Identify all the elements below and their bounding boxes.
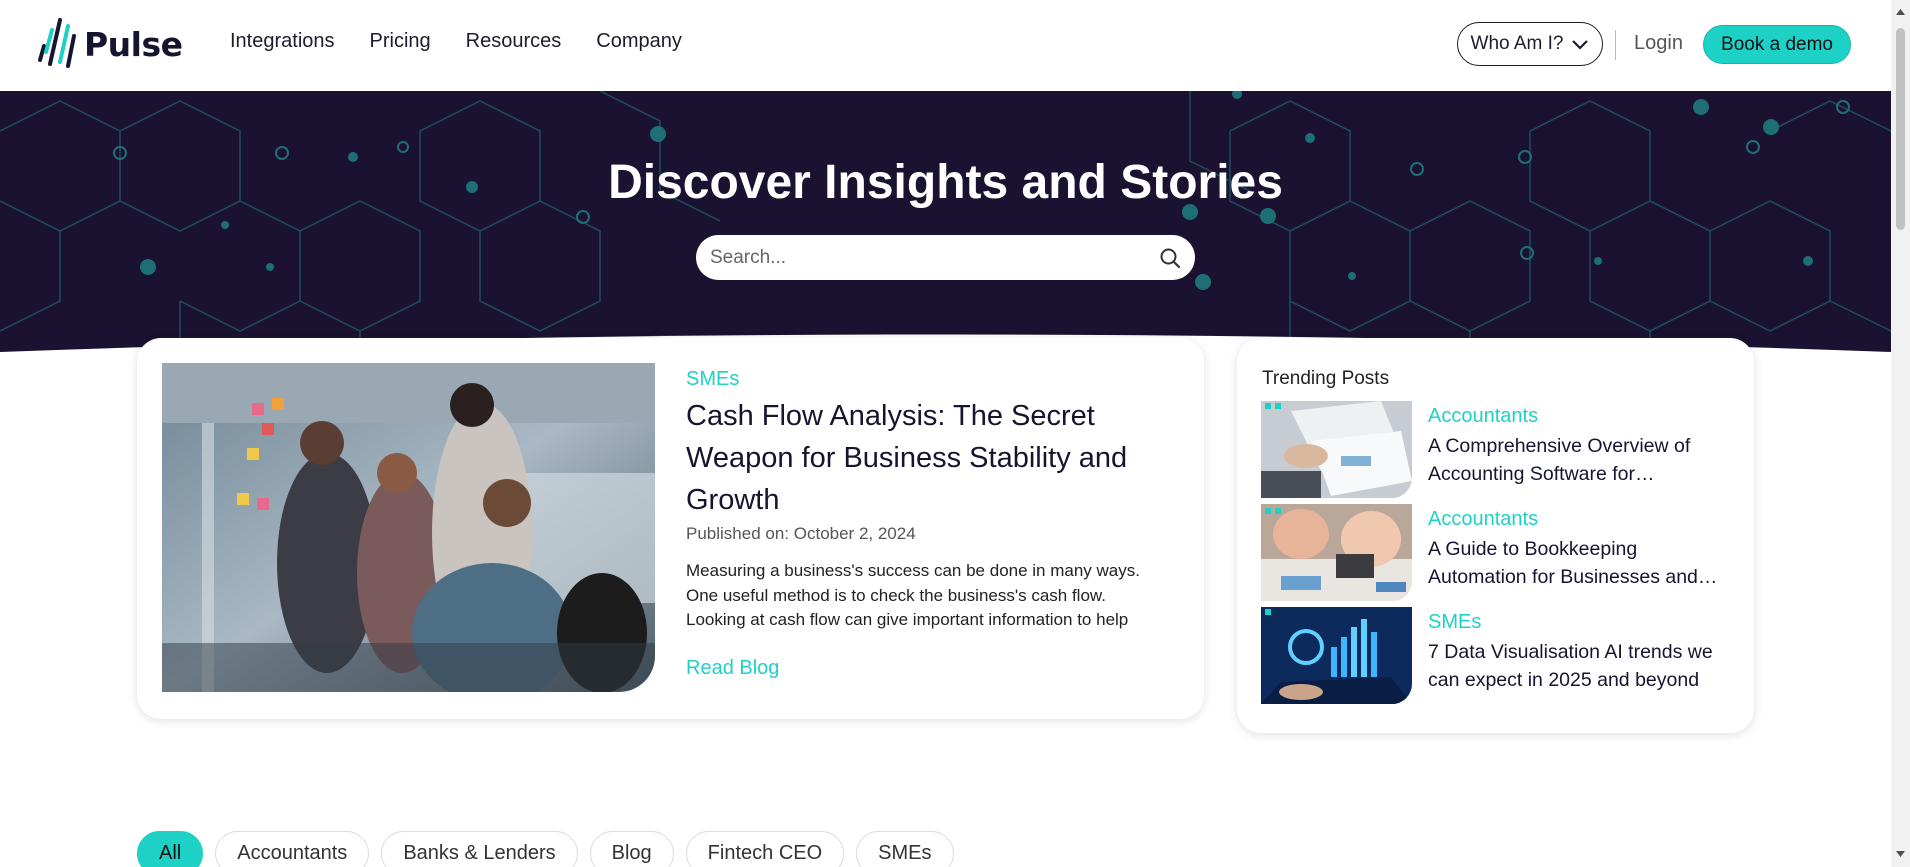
filter-accountants[interactable]: Accountants	[215, 831, 370, 867]
featured-post-excerpt: Measuring a business's success can be do…	[686, 561, 1140, 629]
filter-all[interactable]: All	[137, 831, 204, 867]
nav-company[interactable]: Company	[596, 30, 682, 53]
trending-thumbnail[interactable]	[1261, 401, 1412, 498]
book-demo-button[interactable]: Book a demo	[1703, 25, 1851, 64]
category-filters: All Accountants Banks & Lenders Blog Fin…	[137, 831, 954, 867]
trending-item[interactable]: Accountants A Comprehensive Overview of …	[1261, 401, 1741, 498]
filter-smes[interactable]: SMEs	[856, 831, 954, 867]
pulse-logo[interactable]: Pulse	[38, 16, 183, 72]
accounting-documents-photo	[1261, 401, 1412, 498]
trending-item-title[interactable]: A Comprehensive Overview of Accounting S…	[1428, 432, 1728, 488]
brand-name: Pulse	[84, 24, 183, 64]
nav-integrations[interactable]: Integrations	[230, 30, 335, 53]
filter-banks-lenders[interactable]: Banks & Lenders	[381, 831, 578, 867]
featured-post-category[interactable]: SMEs	[686, 368, 739, 391]
trending-thumbnail[interactable]	[1261, 504, 1412, 601]
login-link[interactable]: Login	[1634, 32, 1683, 55]
trending-item[interactable]: Accountants A Guide to Bookkeeping Autom…	[1261, 504, 1741, 601]
trending-item-category[interactable]: Accountants	[1428, 508, 1538, 531]
scroll-thumb[interactable]	[1896, 28, 1905, 230]
data-visualisation-photo	[1261, 607, 1412, 704]
filter-fintech-ceo[interactable]: Fintech CEO	[685, 831, 845, 867]
trending-item-title[interactable]: 7 Data Visualisation AI trends we can ex…	[1428, 638, 1728, 694]
site-header: Pulse Integrations Pricing Resources Com…	[0, 0, 1891, 91]
chevron-down-icon	[1572, 40, 1589, 50]
trending-posts-panel: Trending Posts Accountants A Comprehensi…	[1237, 338, 1754, 733]
featured-post-date: Published on: October 2, 2024	[686, 524, 916, 543]
search-input[interactable]	[710, 246, 1159, 269]
trending-item-category[interactable]: SMEs	[1428, 611, 1481, 634]
trending-item[interactable]: SMEs 7 Data Visualisation AI trends we c…	[1261, 607, 1741, 704]
nav-resources[interactable]: Resources	[466, 30, 562, 53]
scroll-up-arrow-icon[interactable]	[1895, 8, 1906, 16]
pulse-logo-icon	[38, 18, 76, 68]
page-scrollbar[interactable]	[1891, 0, 1910, 867]
featured-post-card[interactable]: SMEs Cash Flow Analysis: The Secret Weap…	[137, 338, 1204, 719]
who-am-i-dropdown[interactable]: Who Am I?	[1457, 22, 1603, 66]
scroll-down-arrow-icon[interactable]	[1895, 850, 1906, 858]
read-blog-link[interactable]: Read Blog	[686, 657, 779, 680]
hero-title: Discover Insights and Stories	[608, 156, 1283, 209]
who-am-i-label: Who Am I?	[1470, 33, 1564, 54]
filter-blog[interactable]: Blog	[589, 831, 674, 867]
header-divider	[1615, 30, 1616, 60]
featured-post-title[interactable]: Cash Flow Analysis: The Secret Weapon fo…	[686, 395, 1176, 521]
trending-posts-title: Trending Posts	[1262, 368, 1390, 389]
search-icon[interactable]	[1159, 247, 1181, 269]
trending-item-title[interactable]: A Guide to Bookkeeping Automation for Bu…	[1428, 535, 1728, 591]
featured-post-image[interactable]	[162, 363, 655, 692]
trending-thumbnail[interactable]	[1261, 607, 1412, 704]
team-meeting-photo	[162, 363, 655, 692]
trending-item-category[interactable]: Accountants	[1428, 405, 1538, 428]
nav-pricing[interactable]: Pricing	[370, 30, 431, 53]
bookkeeping-calculator-photo	[1261, 504, 1412, 601]
main-nav: Integrations Pricing Resources Company	[230, 30, 717, 53]
search-bar	[696, 235, 1195, 280]
